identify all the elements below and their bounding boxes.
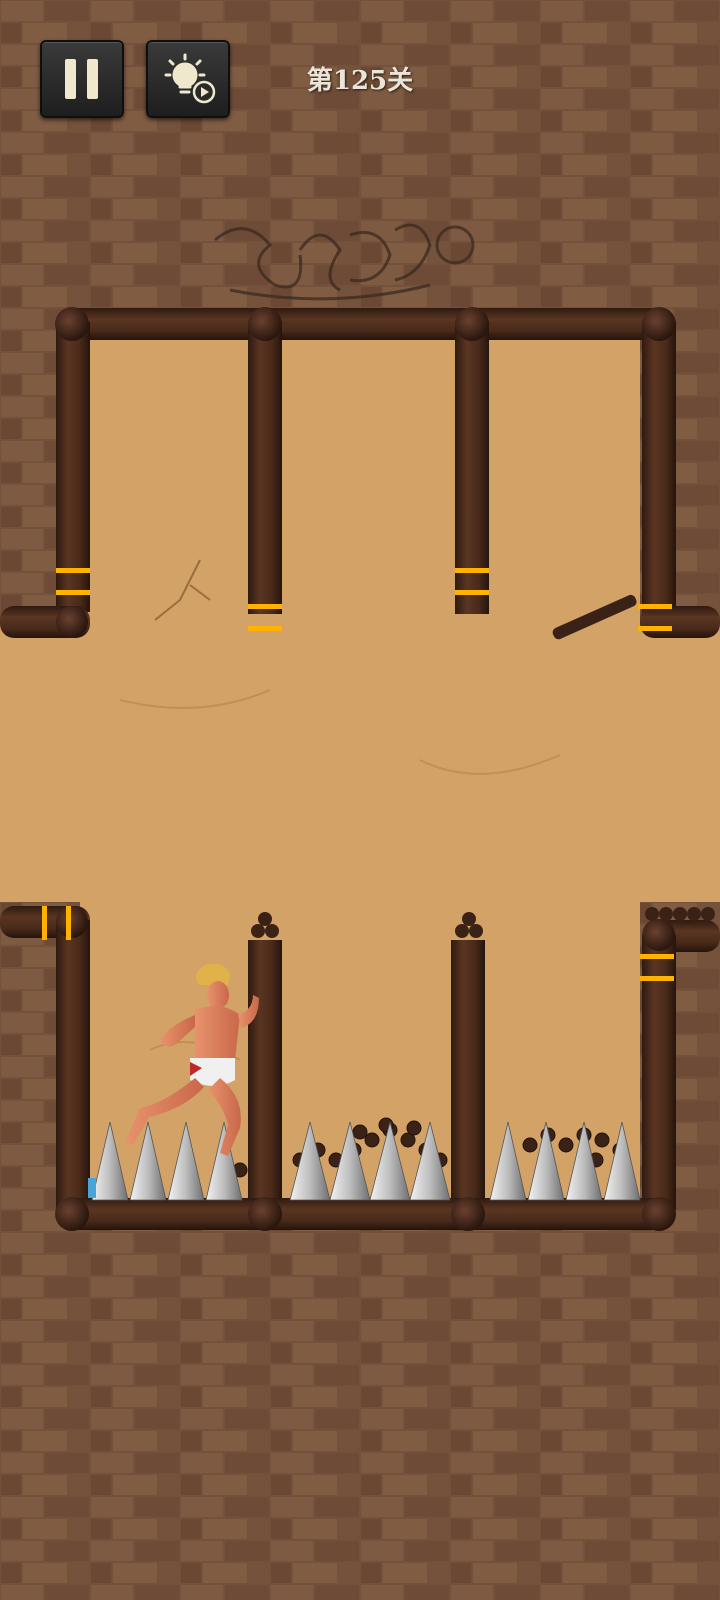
pause-icon bbox=[65, 59, 98, 99]
game-stage: 第125关 bbox=[0, 0, 720, 1600]
hint-video-button[interactable] bbox=[146, 40, 230, 118]
water-drop bbox=[88, 1178, 96, 1198]
lightbulb-video-icon bbox=[164, 53, 216, 104]
level-indicator: 第125关 bbox=[306, 66, 414, 96]
game-scene bbox=[0, 0, 720, 1600]
chamber-floor-area bbox=[0, 330, 720, 1200]
pause-button[interactable] bbox=[40, 40, 124, 118]
